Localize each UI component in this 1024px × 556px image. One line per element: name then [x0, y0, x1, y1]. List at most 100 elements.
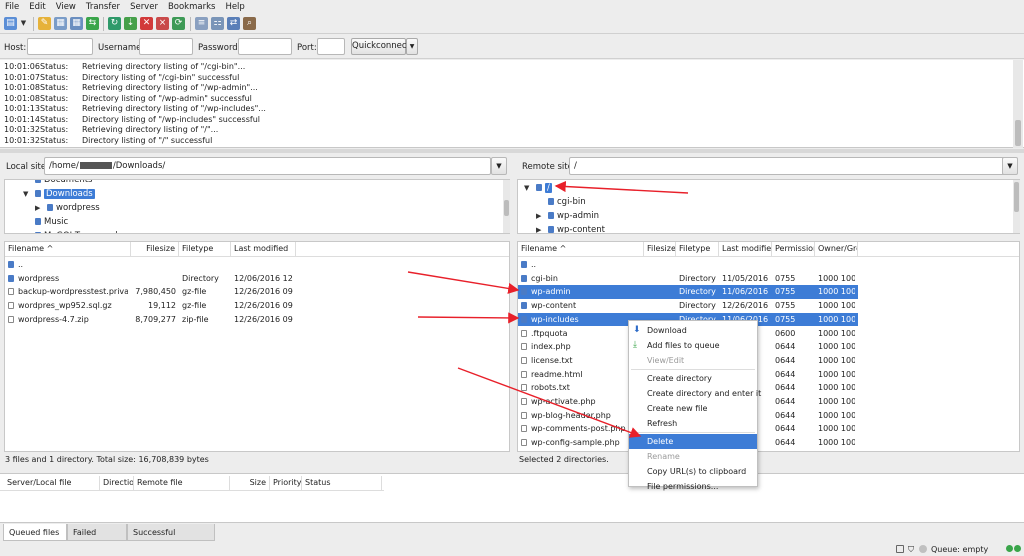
queue-column-header[interactable]: Priority: [270, 476, 302, 490]
context-menu-item-refresh[interactable]: Refresh: [629, 416, 757, 431]
context-menu-item-rename[interactable]: Rename: [629, 449, 757, 464]
tree-item[interactable]: ▶ MyGOI Types.pad: [23, 229, 118, 233]
tree-item[interactable]: ▶ wp-content: [536, 223, 605, 233]
remote-tree-scrollbar[interactable]: [1013, 180, 1020, 233]
directory-listing-filters-icon[interactable]: ≡: [195, 17, 208, 30]
speed-limit-icon[interactable]: [919, 545, 927, 553]
column-header[interactable]: Filesize: [644, 242, 676, 256]
context-menu-item-create-directory[interactable]: Create directory: [629, 371, 757, 386]
queue-column-header[interactable]: Status: [302, 476, 382, 490]
log-scrollbar[interactable]: [1013, 60, 1023, 148]
local-site-dropdown-button[interactable]: ▼: [491, 157, 507, 175]
local-file-list[interactable]: Filename ^ Filesize Filetype Last modified.…: [4, 241, 510, 452]
queue-column-header[interactable]: Server/Local file: [4, 476, 100, 490]
local-site-path-input[interactable]: /home//Downloads/: [44, 157, 491, 175]
disconnect-icon[interactable]: ⨯: [156, 17, 169, 30]
column-header[interactable]: Filetype: [676, 242, 719, 256]
toggle-local-tree-icon[interactable]: ▦: [54, 17, 67, 30]
context-menu-item-copy-url-s-to-clipboard[interactable]: Copy URL(s) to clipboard: [629, 464, 757, 479]
column-header[interactable]: Filetype: [179, 242, 231, 256]
file-row[interactable]: ..: [5, 258, 296, 272]
tab-successful-transfers[interactable]: Successful transfers (1): [127, 524, 215, 554]
collapsed-arrow-icon[interactable]: ▶: [35, 201, 40, 215]
menu-bookmarks[interactable]: Bookmarks: [163, 0, 221, 13]
file-size: 8,709,277: [135, 314, 176, 324]
tree-item[interactable]: cgi-bin: [548, 195, 586, 209]
remote-file-list[interactable]: Filename ^ Filesize Filetype Last modified P…: [517, 241, 1020, 452]
password-input[interactable]: [238, 38, 292, 55]
local-directory-tree[interactable]: Documents ▼ Downloads ▶ wordpress Music ▶ MyGOI…: [4, 179, 510, 234]
tree-item[interactable]: ▼ /: [524, 181, 552, 195]
site-manager-icon[interactable]: ▤: [4, 17, 17, 30]
context-menu-item-delete[interactable]: Delete: [629, 434, 757, 449]
file-row[interactable]: cgi-bin Directory 11/05/2016 ... 0755 1000 1…: [518, 272, 858, 286]
remote-site-path-input[interactable]: /: [569, 157, 1017, 175]
compare-icon[interactable]: ⚏: [211, 17, 224, 30]
menu-help[interactable]: Help: [220, 0, 249, 13]
file-row[interactable]: wp-admin Directory 11/06/2016 ... 0755 1000 …: [518, 285, 858, 300]
column-header[interactable]: Filesize: [131, 242, 179, 256]
quickconnect-button[interactable]: Quickconnect: [351, 38, 410, 55]
tab-queued-files[interactable]: Queued files: [3, 524, 67, 541]
search-icon[interactable]: ⌕: [243, 17, 256, 30]
file-row[interactable]: backup-wordpresstest.privates... 7,980,45…: [5, 285, 296, 299]
process-queue-icon[interactable]: ⇣: [124, 17, 137, 30]
file-row[interactable]: ..: [518, 258, 858, 272]
host-input[interactable]: [27, 38, 93, 55]
column-header[interactable]: Owner/Grou: [815, 242, 858, 256]
toggle-remote-tree-icon[interactable]: ▦: [70, 17, 83, 30]
file-row[interactable]: wordpres_wp952.sql.gz 19,112 gz-file 12/26/…: [5, 299, 296, 313]
queue-column-header[interactable]: Remote file: [134, 476, 230, 490]
queue-column-header[interactable]: Size: [230, 476, 270, 490]
refresh-icon[interactable]: ↻: [108, 17, 121, 30]
expanded-arrow-icon[interactable]: ▼: [524, 181, 529, 195]
column-header[interactable]: Last modified: [231, 242, 296, 256]
quickconnect-dropdown-button[interactable]: ▼: [406, 38, 418, 55]
transfer-queue[interactable]: Server/Local file Directio Remote file Size…: [0, 473, 1024, 523]
tree-item[interactable]: ▶ wordpress: [35, 201, 100, 215]
remote-directory-tree[interactable]: ▼ / cgi-bin ▶ wp-admin ▶ wp-content: [517, 179, 1020, 234]
context-menu-item-view-edit[interactable]: View/Edit: [629, 353, 757, 368]
collapsed-arrow-icon[interactable]: ▶: [23, 229, 28, 233]
menu-edit[interactable]: Edit: [24, 0, 50, 13]
log-message: Directory listing of "/wp-admin" success…: [82, 93, 252, 103]
username-input[interactable]: [139, 38, 193, 55]
log-message: Directory listing of "/wp-includes" succ…: [82, 114, 260, 124]
collapsed-arrow-icon[interactable]: ▶: [536, 223, 541, 233]
file-row[interactable]: wordpress Directory 12/06/2016 12:...: [5, 272, 296, 286]
queue-column-header[interactable]: Directio: [100, 476, 134, 490]
context-menu-item-create-new-file[interactable]: Create new file: [629, 401, 757, 416]
file-icon: [521, 411, 527, 419]
toggle-log-icon[interactable]: ✎: [38, 17, 51, 30]
menu-view[interactable]: View: [51, 0, 81, 13]
context-menu-item-file-permissions[interactable]: File permissions...: [629, 479, 757, 494]
filter-icon[interactable]: ⛉: [908, 545, 914, 554]
context-menu-item-add-files-to-queue[interactable]: ⤓ Add files to queue: [629, 338, 757, 353]
column-header[interactable]: Filename ^: [5, 242, 131, 256]
reconnect-icon[interactable]: ⟳: [172, 17, 185, 30]
tree-item[interactable]: Documents: [35, 180, 92, 187]
column-header[interactable]: Filename ^: [518, 242, 644, 256]
file-row[interactable]: wp-content Directory 12/26/2016 ... 0755 100…: [518, 299, 858, 313]
cancel-icon[interactable]: ✕: [140, 17, 153, 30]
menu-transfer[interactable]: Transfer: [81, 0, 125, 13]
toggle-queue-icon[interactable]: ⇆: [86, 17, 99, 30]
context-menu-item-create-directory-and-enter-it[interactable]: Create directory and enter it: [629, 386, 761, 401]
site-manager-dropdown-icon[interactable]: ▼: [19, 17, 28, 30]
context-menu-item-download[interactable]: ⬇ Download: [629, 323, 757, 338]
menu-server[interactable]: Server: [125, 0, 163, 13]
column-header[interactable]: Last modified: [719, 242, 772, 256]
sync-browsing-icon[interactable]: ⇄: [227, 17, 240, 30]
expanded-arrow-icon[interactable]: ▼: [23, 187, 28, 201]
tree-item[interactable]: ▶ wp-admin: [536, 209, 599, 223]
menu-file[interactable]: File: [0, 0, 24, 13]
tab-failed-transfers[interactable]: Failed transfers: [67, 524, 127, 554]
local-tree-scrollbar[interactable]: [503, 180, 510, 233]
collapsed-arrow-icon[interactable]: ▶: [536, 209, 541, 223]
column-header[interactable]: Permissions: [772, 242, 815, 256]
port-input[interactable]: [317, 38, 345, 55]
remote-site-dropdown-button[interactable]: ▼: [1002, 157, 1018, 175]
file-row[interactable]: wordpress-4.7.zip 8,709,277 zip-file 12/26/…: [5, 313, 296, 327]
tree-item[interactable]: Music: [35, 215, 68, 229]
tree-item[interactable]: ▼ Downloads: [23, 187, 95, 201]
